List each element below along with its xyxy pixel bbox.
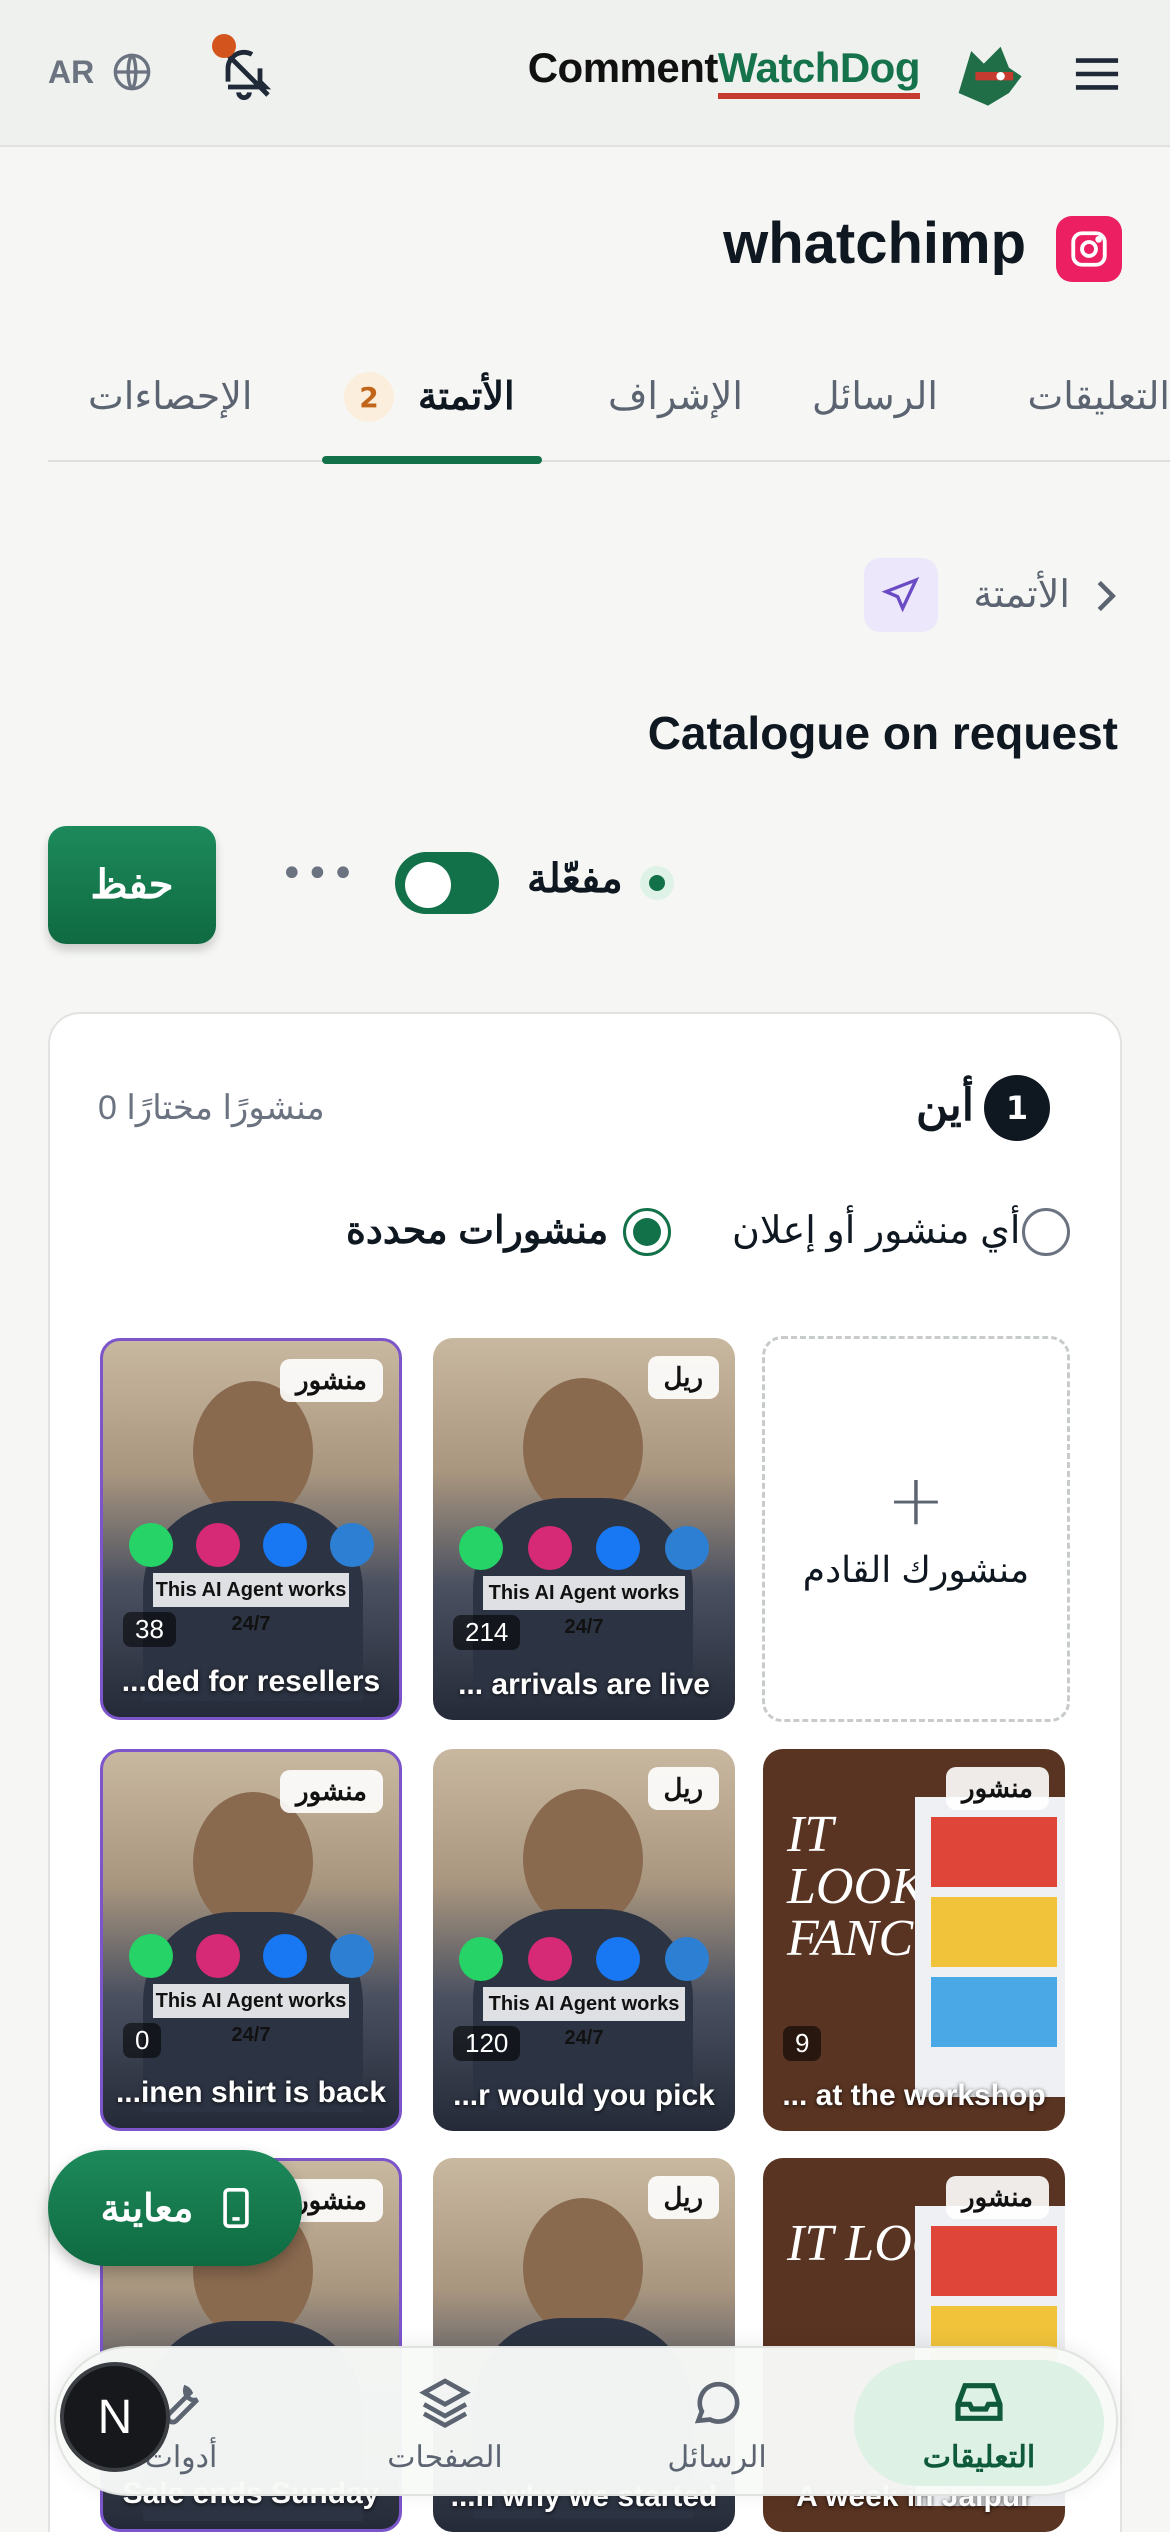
- selected-posts-count: 0 منشورًا مختارًا: [98, 1089, 325, 1127]
- person-thumbnail: [523, 2198, 643, 2338]
- tab-automation-badge: 2: [344, 372, 394, 422]
- preview-button[interactable]: معاينة: [48, 2150, 302, 2266]
- nav-messages[interactable]: الرسائل: [592, 2360, 842, 2486]
- post-type-tag: ريل: [647, 1767, 719, 1810]
- phone-icon: [223, 2188, 250, 2228]
- post-type-tag: منشور: [280, 1359, 383, 1402]
- post-type-tag: منشور: [946, 2176, 1049, 2219]
- preview-label: معاينة: [100, 2187, 194, 2230]
- post-card[interactable]: This AI Agent works 24/7 ريل 214 ... arr…: [433, 1338, 735, 1720]
- post-caption: ...ded for resellers: [121, 1665, 381, 1698]
- radio-any-post-label[interactable]: أي منشور أو إعلان: [732, 1208, 1020, 1253]
- social-icons-row: [447, 1937, 721, 1981]
- person-thumbnail: [523, 1378, 643, 1518]
- radio-specific-posts-label[interactable]: منشورات محددة: [346, 1208, 608, 1253]
- nav-pages[interactable]: الصفحات: [320, 2360, 570, 2486]
- post-card[interactable]: This AI Agent works 24/7 ريل 120 ...r wo…: [433, 1749, 735, 2131]
- breadcrumb-label[interactable]: الأتمتة: [973, 572, 1070, 617]
- radio-specific-posts[interactable]: [623, 1208, 671, 1256]
- person-thumbnail: [193, 1381, 313, 1521]
- tab-automation[interactable]: الأتمتة: [418, 374, 515, 419]
- nav-comments[interactable]: التعليقات: [854, 2360, 1104, 2486]
- nav-pages-label: الصفحات: [387, 2441, 503, 2474]
- brand-name-part1: Comment: [527, 44, 719, 91]
- avatar[interactable]: N: [60, 2362, 170, 2472]
- post-banner: This AI Agent works 24/7: [483, 1576, 685, 1638]
- brand-logo-text[interactable]: CommentWatchDog: [527, 44, 921, 99]
- post-banner: This AI Agent works 24/7: [153, 1984, 349, 2046]
- next-post-label: منشورك القادم: [802, 1549, 1030, 1590]
- plus-icon: +: [886, 1459, 946, 1541]
- social-icons-row: [117, 1934, 385, 1978]
- tab-moderation[interactable]: الإشراف: [608, 374, 743, 419]
- post-caption: ... at the workshop: [782, 2079, 1046, 2112]
- step-number-badge: 1: [984, 1075, 1050, 1141]
- radio-any-post[interactable]: [1022, 1208, 1070, 1256]
- comment-count-badge: 0: [123, 2023, 162, 2058]
- save-button[interactable]: حفظ: [48, 826, 216, 944]
- tab-messages[interactable]: الرسائل: [812, 374, 938, 419]
- bottom-navigation: التعليقات الرسائل الصفحات أدوات: [54, 2346, 1118, 2496]
- step-title: أين: [916, 1081, 974, 1130]
- notification-dot: [212, 34, 236, 58]
- comment-count-badge: 120: [453, 2026, 521, 2061]
- chat-bubble-icon: [694, 2381, 740, 2424]
- person-thumbnail: [193, 1792, 313, 1932]
- status-indicator-dot: [640, 866, 674, 900]
- chevron-right-icon[interactable]: [1094, 578, 1118, 614]
- post-type-tag: منشور: [280, 1770, 383, 1813]
- social-icons-row: [117, 1523, 385, 1567]
- tab-stats[interactable]: الإحصاءات: [88, 374, 252, 419]
- social-icons-row: [447, 1526, 721, 1570]
- post-type-tag: منشور: [946, 1767, 1049, 1810]
- nav-comments-label: التعليقات: [922, 2441, 1036, 2474]
- watchdog-logo-icon: [958, 46, 1022, 106]
- next-post-tile[interactable]: + منشورك القادم: [762, 1336, 1070, 1722]
- post-caption: ...r would you pick: [453, 2079, 715, 2112]
- post-caption: ...inen shirt is back: [115, 2076, 387, 2109]
- more-options-button[interactable]: •••: [280, 854, 355, 902]
- post-card[interactable]: IT LOOKS FANCY منشور 9 ... at the workshop: [763, 1749, 1065, 2131]
- active-tab-indicator: [322, 456, 542, 464]
- comment-count-badge: 9: [783, 2026, 822, 2061]
- post-caption: ... arrivals are live: [458, 1668, 710, 1701]
- tab-comments[interactable]: التعليقات: [1027, 374, 1170, 419]
- automation-name[interactable]: Catalogue on request: [648, 706, 1118, 760]
- post-banner: This AI Agent works 24/7: [483, 1987, 685, 2049]
- instagram-icon: [1056, 216, 1122, 282]
- brand-name-part2: WatchDog: [717, 44, 921, 99]
- language-switcher[interactable]: AR: [48, 52, 152, 92]
- layers-icon: [419, 2378, 471, 2429]
- language-code: AR: [48, 53, 95, 90]
- post-card[interactable]: This AI Agent works 24/7 منشور 38 ...ded…: [100, 1338, 402, 1720]
- hamburger-menu-icon[interactable]: [1074, 56, 1120, 92]
- person-thumbnail: [523, 1789, 643, 1929]
- toggle-knob: [405, 862, 451, 908]
- tabs-bar: التعليقات الرسائل الإشراف الأتمتة 2 الإح…: [48, 350, 1170, 464]
- status-label: مفعّلة: [527, 857, 623, 901]
- page-title: whatchimp: [723, 211, 1026, 276]
- top-header: AR CommentWatchDog: [0, 0, 1170, 147]
- dashboard-thumbnail: [915, 1797, 1065, 2097]
- post-type-tag: ريل: [647, 1356, 719, 1399]
- globe-icon: [113, 53, 151, 91]
- comment-count-badge: 214: [453, 1615, 521, 1650]
- post-card[interactable]: This AI Agent works 24/7 منشور 0 ...inen…: [100, 1749, 402, 2131]
- inbox-icon: [955, 2383, 1003, 2421]
- send-icon: [864, 558, 938, 632]
- comment-count-badge: 38: [123, 1612, 176, 1647]
- post-type-tag: ريل: [647, 2176, 719, 2219]
- nav-messages-label: الرسائل: [667, 2441, 767, 2474]
- post-banner: This AI Agent works 24/7: [153, 1573, 349, 1635]
